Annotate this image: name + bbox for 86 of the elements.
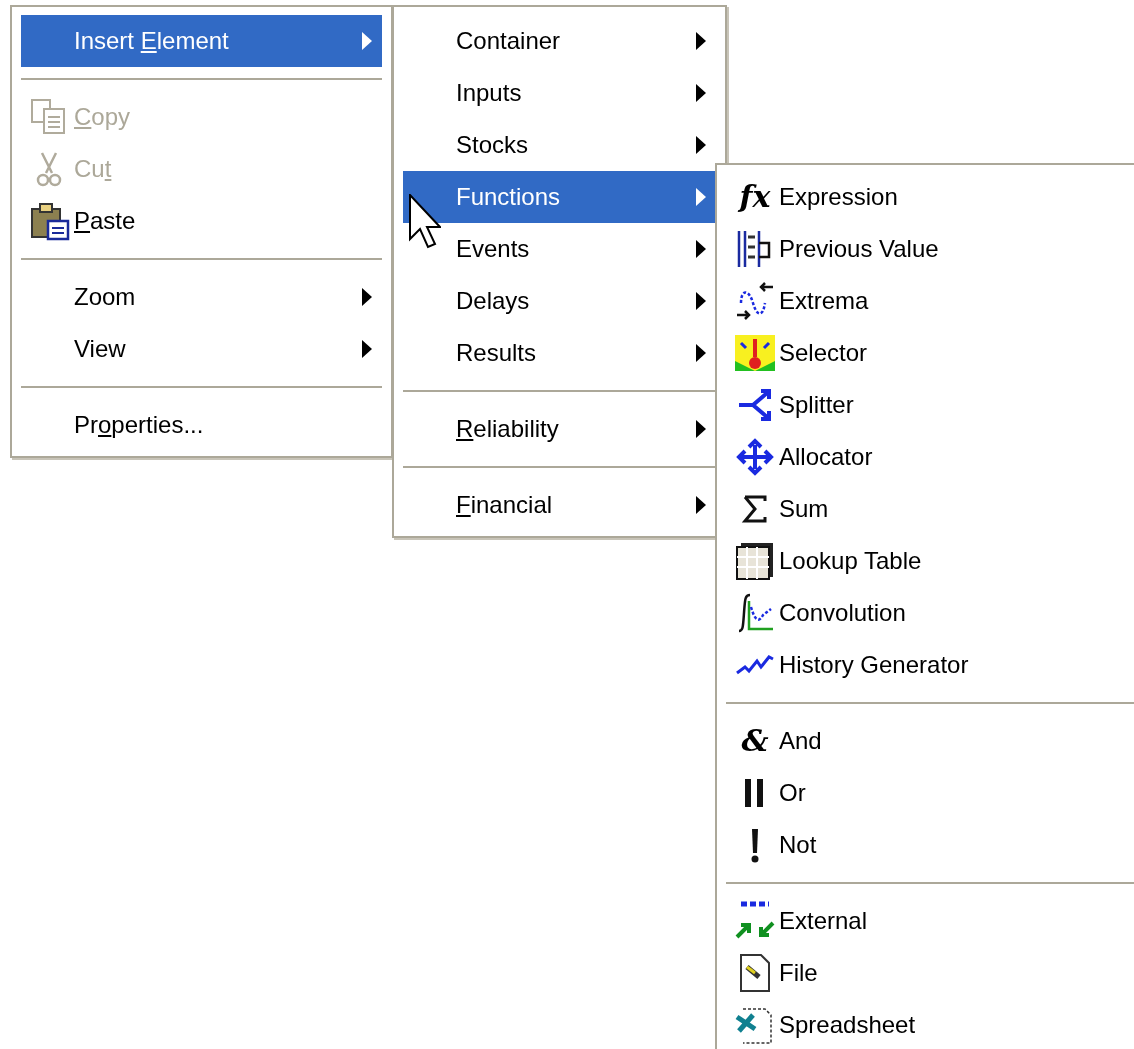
arrows-icon	[735, 437, 775, 477]
menu-item[interactable]: Reliability	[403, 403, 716, 455]
menu-item-label: Sum	[779, 495, 829, 522]
menu-item[interactable]: Previous Value	[726, 223, 1134, 275]
menu-item-label: And	[779, 727, 822, 754]
dll-arrows-icon	[735, 901, 775, 941]
menu-item-label: External	[779, 907, 868, 934]
symbol-icon: fx	[739, 182, 771, 212]
submenu-arrow-icon	[696, 344, 706, 362]
menu-item[interactable]: Splitter	[726, 379, 1134, 431]
menu-item[interactable]: Zoom	[21, 271, 382, 323]
menu-item-label: Not	[779, 831, 817, 858]
menu-item-label: Extrema	[779, 287, 869, 314]
submenu-arrow-icon	[696, 136, 706, 154]
menu-item-label: Copy	[74, 103, 131, 130]
submenu-arrow-icon	[696, 32, 706, 50]
menu-item[interactable]: Sum	[726, 483, 1134, 535]
menu-item-label: History Generator	[779, 651, 969, 678]
menu-item-label: Splitter	[779, 391, 854, 418]
dial-icon	[735, 333, 775, 373]
menu-item-label: Allocator	[779, 443, 873, 470]
menu-item[interactable]: Paste	[21, 195, 382, 247]
menu-item[interactable]: Spreadsheet	[726, 999, 1134, 1049]
menu-item-label: Selector	[779, 339, 868, 366]
wave-arrows-icon	[735, 281, 775, 321]
menu-item-label: Delays	[456, 287, 530, 314]
menu-item-label: File	[779, 959, 818, 986]
zigzag-line-icon	[735, 655, 775, 675]
menu-item-label: Events	[456, 235, 530, 262]
menu-item[interactable]: & And	[726, 715, 1134, 767]
menu-item-label: Spreadsheet	[779, 1011, 916, 1038]
menu-item-label: Inputs	[456, 79, 522, 106]
submenu-arrow-icon	[696, 420, 706, 438]
submenu-arrow-icon	[696, 496, 706, 514]
menu-item-label: Zoom	[74, 283, 136, 310]
menu-item[interactable]: Insert Element	[21, 15, 382, 67]
menu-item-label: Previous Value	[779, 235, 939, 262]
spreadsheet-icon	[735, 1005, 775, 1045]
menu-item[interactable]: Extrema	[726, 275, 1134, 327]
menu-item[interactable]: View	[21, 323, 382, 375]
menu-item[interactable]: External	[726, 895, 1134, 947]
menu-item-label: View	[74, 335, 126, 362]
mouse-pointer-icon	[409, 194, 441, 250]
menu-item[interactable]: Delays	[403, 275, 716, 327]
menu-item-label: Lookup Table	[779, 547, 922, 574]
menu-item[interactable]: Results	[403, 327, 716, 379]
submenu-arrow-icon	[696, 292, 706, 310]
menu-item-label: Insert Element	[74, 27, 229, 54]
menu-item-label: Expression	[779, 183, 898, 210]
menu-item-label: Cut	[74, 155, 112, 182]
menu-item[interactable]: Not	[726, 819, 1134, 871]
submenu-arrow-icon	[696, 240, 706, 258]
menu-item[interactable]: Container	[403, 15, 716, 67]
menu-item[interactable]: Lookup Table	[726, 535, 1134, 587]
submenu-arrow-icon	[362, 340, 372, 358]
menu-item-label: Properties...	[74, 411, 204, 438]
submenu-arrow-icon	[696, 188, 706, 206]
menu-item[interactable]: History Generator	[726, 639, 1134, 691]
menu-item-label: Results	[456, 339, 537, 366]
submenu-arrow-icon	[696, 84, 706, 102]
clipboard-icon	[30, 201, 70, 241]
menu-item[interactable]: Events	[403, 223, 716, 275]
menu-item[interactable]: fx Expression	[726, 171, 1134, 223]
menu-item[interactable]: Financial	[403, 479, 716, 531]
menu-item-label: Functions	[456, 183, 561, 210]
menu-item[interactable]: Stocks	[403, 119, 716, 171]
menu-item-label: Container	[456, 27, 561, 54]
menu-item-label: Or	[779, 779, 806, 806]
menu-item[interactable]: Allocator	[726, 431, 1134, 483]
symbol-icon: &	[741, 726, 769, 756]
menu-item[interactable]: Inputs	[403, 67, 716, 119]
submenu-arrow-icon	[362, 288, 372, 306]
menu-item-label: Paste	[74, 207, 136, 234]
menu-item[interactable]: Or	[726, 767, 1134, 819]
menu-item[interactable]: Functions	[403, 171, 716, 223]
menu-item-label: Stocks	[456, 131, 529, 158]
menu-item[interactable]: File	[726, 947, 1134, 999]
menu-item[interactable]: Selector	[726, 327, 1134, 379]
exclamation-icon	[750, 827, 760, 863]
submenu-arrow-icon	[362, 32, 372, 50]
menu-item-label: Convolution	[779, 599, 906, 626]
table-icon	[735, 541, 775, 581]
menu-item-label: Financial	[456, 491, 553, 518]
menu-item[interactable]: Properties...	[21, 399, 382, 451]
menu-item-label: Reliability	[456, 415, 559, 442]
menu-item[interactable]: Convolution	[726, 587, 1134, 639]
